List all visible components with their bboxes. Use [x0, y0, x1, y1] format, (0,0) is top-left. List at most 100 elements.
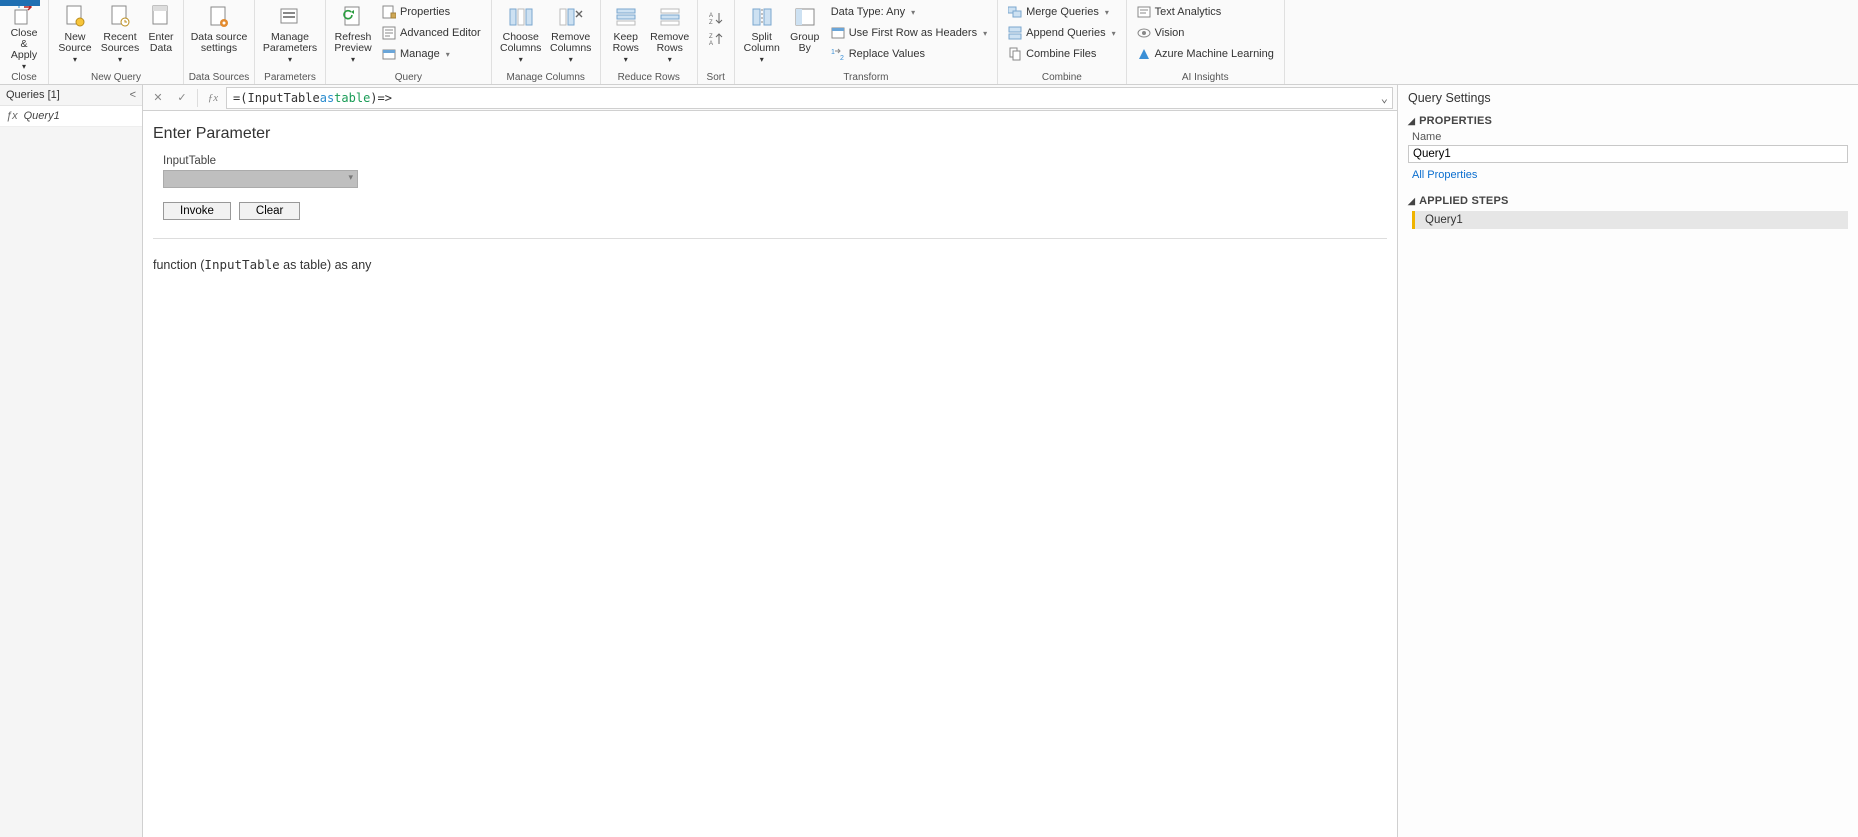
- recent-sources-button[interactable]: Recent Sources ▾: [97, 2, 143, 68]
- data-type-button[interactable]: Data Type: Any ▾: [827, 2, 991, 22]
- text-analytics-label: Text Analytics: [1155, 6, 1222, 18]
- enter-data-icon: [148, 4, 174, 30]
- manage-parameters-button[interactable]: Manage Parameters ▾: [259, 2, 321, 68]
- properties-section-header[interactable]: ◢ PROPERTIES: [1408, 115, 1848, 127]
- invoke-button[interactable]: Invoke: [163, 202, 231, 220]
- group-by-button[interactable]: Group By: [785, 2, 825, 68]
- choose-columns-button[interactable]: Choose Columns ▾: [496, 2, 546, 68]
- clear-button[interactable]: Clear: [239, 202, 300, 220]
- svg-text:1: 1: [831, 49, 835, 56]
- group-label-manage-columns: Manage Columns: [492, 70, 600, 84]
- query-list-item[interactable]: ƒx Query1: [0, 106, 142, 127]
- split-column-icon: [749, 4, 775, 30]
- text-analytics-icon: [1137, 5, 1151, 19]
- merge-queries-button[interactable]: Merge Queries ▾: [1004, 2, 1120, 22]
- ribbon-group-combine: Merge Queries ▾ Append Queries ▾ Combine…: [998, 0, 1127, 84]
- text-analytics-button[interactable]: Text Analytics: [1133, 2, 1278, 22]
- query-name: Query1: [24, 110, 60, 122]
- dropdown-caret-icon: ▾: [668, 54, 672, 65]
- ribbon-group-data-sources: Data source settings Data Sources: [184, 0, 255, 84]
- dropdown-caret-icon: ▾: [760, 54, 764, 65]
- function-icon: ƒx: [6, 110, 18, 122]
- commit-formula-button[interactable]: ✓: [171, 87, 193, 109]
- formula-token: =>: [378, 91, 392, 105]
- sig-text: as table) as any: [280, 258, 372, 272]
- close-apply-button[interactable]: Close & Apply ▾: [4, 2, 44, 68]
- formula-bar: ✕ ✓ ƒx = ( InputTable as table ) => ⌄: [143, 85, 1397, 111]
- cancel-formula-button[interactable]: ✕: [147, 87, 169, 109]
- sort-asc-button[interactable]: AZ: [709, 8, 723, 28]
- merge-queries-label: Merge Queries: [1026, 6, 1099, 18]
- applied-steps-section-header[interactable]: ◢ APPLIED STEPS: [1408, 195, 1848, 207]
- advanced-editor-button[interactable]: Advanced Editor: [378, 23, 485, 43]
- active-tab-indicator: [0, 0, 40, 6]
- advanced-editor-label: Advanced Editor: [400, 27, 481, 39]
- fx-icon: ƒx: [202, 87, 224, 109]
- azure-ml-button[interactable]: Azure Machine Learning: [1133, 44, 1278, 64]
- combine-files-label: Combine Files: [1026, 48, 1096, 60]
- parameter-label: InputTable: [163, 155, 1387, 167]
- vision-button[interactable]: Vision: [1133, 23, 1278, 43]
- query-settings-panel: Query Settings ◢ PROPERTIES Name All Pro…: [1398, 85, 1858, 837]
- append-queries-button[interactable]: Append Queries ▾: [1004, 23, 1120, 43]
- formula-token: ): [370, 91, 377, 105]
- properties-button[interactable]: Properties: [378, 2, 485, 22]
- group-label-sort: Sort: [698, 70, 734, 84]
- name-field-label: Name: [1412, 131, 1848, 143]
- azure-ml-icon: [1137, 47, 1151, 61]
- expand-formula-button[interactable]: ⌄: [1381, 91, 1388, 105]
- keep-rows-label: Keep Rows: [613, 32, 639, 54]
- first-row-headers-button[interactable]: Use First Row as Headers ▾: [827, 23, 991, 43]
- ribbon-group-manage-columns: Choose Columns ▾ Remove Columns ▾ Manage…: [492, 0, 601, 84]
- ribbon-group-parameters: Manage Parameters ▾ Parameters: [255, 0, 326, 84]
- remove-columns-icon: [558, 4, 584, 30]
- query-name-input[interactable]: [1408, 145, 1848, 163]
- group-label-query: Query: [326, 70, 491, 84]
- queries-panel: Queries [1] < ƒx Query1: [0, 85, 143, 837]
- enter-data-label: Enter Data: [148, 32, 173, 54]
- choose-columns-icon: [508, 4, 534, 30]
- formula-input[interactable]: = ( InputTable as table ) => ⌄: [226, 87, 1393, 109]
- all-properties-link[interactable]: All Properties: [1412, 169, 1848, 181]
- recent-sources-label: Recent Sources: [101, 32, 140, 54]
- collapse-triangle-icon: ◢: [1408, 116, 1415, 127]
- refresh-preview-label: Refresh Preview: [334, 32, 371, 54]
- append-queries-label: Append Queries: [1026, 27, 1106, 39]
- refresh-preview-button[interactable]: Refresh Preview ▾: [330, 2, 376, 68]
- new-source-button[interactable]: New Source ▾: [53, 2, 97, 68]
- new-source-label: New Source: [58, 32, 91, 54]
- manage-button[interactable]: Manage ▾: [378, 44, 485, 64]
- formula-token: table: [334, 91, 370, 105]
- remove-columns-button[interactable]: Remove Columns ▾: [546, 2, 596, 68]
- replace-values-icon: 12: [831, 47, 845, 61]
- data-source-settings-icon: [206, 4, 232, 30]
- properties-label: Properties: [400, 6, 450, 18]
- combine-files-button[interactable]: Combine Files: [1004, 44, 1120, 64]
- dropdown-caret-icon: ▾: [1112, 29, 1116, 38]
- sort-desc-button[interactable]: ZA: [709, 29, 723, 49]
- parameter-dropdown[interactable]: [163, 170, 358, 188]
- close-apply-label: Close & Apply: [6, 28, 42, 61]
- split-column-button[interactable]: Split Column ▾: [739, 2, 785, 68]
- svg-text:A: A: [709, 13, 713, 19]
- manage-parameters-icon: [277, 4, 303, 30]
- new-source-icon: [62, 4, 88, 30]
- remove-rows-icon: [657, 4, 683, 30]
- function-signature: function (InputTable as table) as any: [153, 257, 1387, 272]
- replace-values-button[interactable]: 12 Replace Values: [827, 44, 991, 64]
- keep-rows-button[interactable]: Keep Rows ▾: [605, 2, 647, 68]
- properties-header-label: PROPERTIES: [1419, 115, 1492, 127]
- formula-token: (: [240, 91, 247, 105]
- center-area: ✕ ✓ ƒx = ( InputTable as table ) => ⌄ En…: [143, 85, 1398, 837]
- ribbon-group-ai-insights: Text Analytics Vision Azure Machine Lear…: [1127, 0, 1285, 84]
- svg-text:2: 2: [840, 55, 844, 61]
- queries-panel-title: Queries [1]: [6, 89, 60, 101]
- collapse-triangle-icon: ◢: [1408, 196, 1415, 207]
- applied-step-item[interactable]: Query1: [1412, 211, 1848, 229]
- dropdown-caret-icon: ▾: [1105, 8, 1109, 17]
- enter-data-button[interactable]: Enter Data: [143, 2, 179, 68]
- collapse-panel-button[interactable]: <: [130, 89, 136, 101]
- data-source-settings-button[interactable]: Data source settings: [188, 2, 250, 68]
- remove-rows-button[interactable]: Remove Rows ▾: [647, 2, 693, 68]
- ribbon-group-query: Refresh Preview ▾ Properties Advanced Ed…: [326, 0, 492, 84]
